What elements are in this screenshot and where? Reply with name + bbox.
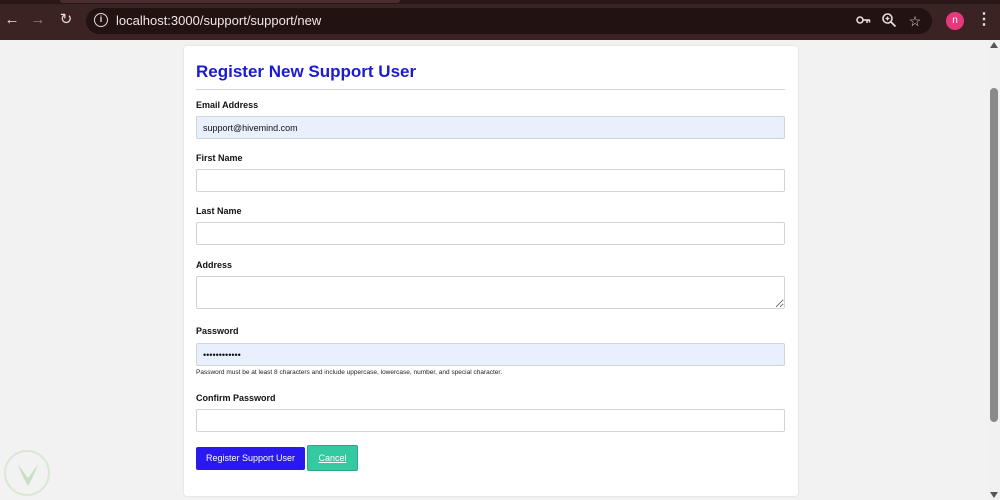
tab-strip — [0, 0, 1000, 4]
site-info-icon[interactable]: i — [94, 13, 108, 27]
more-vert-icon[interactable]: ⋮ — [976, 10, 992, 30]
forward-arrow-icon[interactable]: → — [28, 10, 48, 30]
leaf-logo-icon — [18, 464, 38, 486]
email-label: Email Address — [196, 100, 259, 110]
first-name-field[interactable] — [196, 169, 785, 192]
active-tab-edge[interactable] — [60, 0, 400, 3]
register-support-user-button[interactable]: Register Support User — [196, 447, 305, 470]
title-divider — [196, 89, 785, 90]
confirm-password-label: Confirm Password — [196, 393, 276, 403]
reload-icon[interactable]: ↻ — [56, 10, 76, 30]
register-form-card: Register New Support User Email Address … — [184, 46, 798, 496]
scroll-thumb[interactable] — [990, 88, 998, 422]
email-field[interactable] — [196, 116, 785, 139]
address-field[interactable] — [196, 276, 785, 309]
password-field[interactable] — [196, 343, 785, 366]
profile-avatar[interactable]: n — [946, 12, 964, 30]
cancel-button[interactable]: Cancel — [307, 445, 358, 471]
scroll-down-arrow-icon[interactable] — [990, 492, 998, 498]
watermark-logo — [4, 450, 50, 496]
password-label: Password — [196, 326, 239, 336]
address-bar[interactable]: i localhost:3000/support/support/new ☆ — [86, 8, 932, 34]
password-helper-text: Password must be at least 8 characters a… — [196, 369, 503, 376]
scroll-up-arrow-icon[interactable] — [990, 42, 998, 48]
last-name-field[interactable] — [196, 222, 785, 245]
key-icon[interactable] — [854, 12, 872, 30]
confirm-password-field[interactable] — [196, 409, 785, 432]
last-name-label: Last Name — [196, 206, 242, 216]
browser-toolbar: ← → ↻ i localhost:3000/support/support/n… — [0, 0, 1000, 40]
url-text[interactable]: localhost:3000/support/support/new — [116, 13, 321, 29]
page-title: Register New Support User — [196, 62, 417, 81]
first-name-label: First Name — [196, 153, 243, 163]
page-scrollbar[interactable] — [988, 40, 1000, 500]
back-arrow-icon[interactable]: ← — [2, 10, 22, 30]
star-icon[interactable]: ☆ — [906, 12, 924, 30]
address-label: Address — [196, 260, 233, 270]
zoom-icon[interactable] — [880, 12, 898, 30]
